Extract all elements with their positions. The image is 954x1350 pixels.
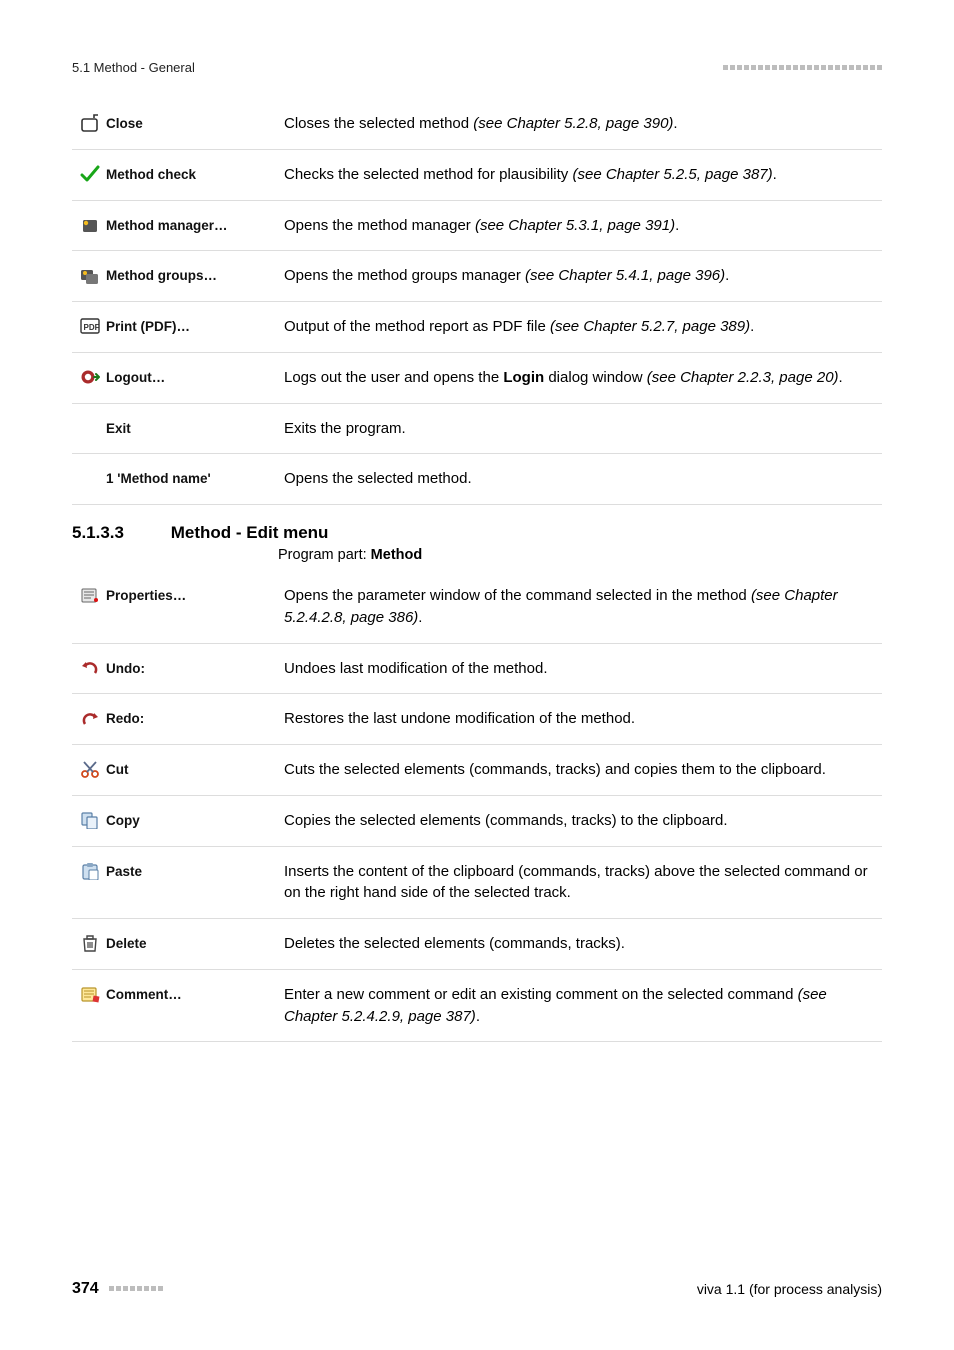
- page-footer: 374 viva 1.1 (for process analysis): [72, 1280, 882, 1298]
- close-icon: [80, 114, 100, 132]
- logout-icon: [80, 368, 100, 386]
- menu-item-desc: Restores the last undone modification of…: [276, 694, 882, 745]
- delete-icon: [80, 934, 100, 952]
- table-row: Undo: Undoes last modification of the me…: [72, 643, 882, 694]
- table-row: Method groups… Opens the method groups m…: [72, 251, 882, 302]
- undo-icon: [80, 659, 100, 677]
- table-row: Cut Cuts the selected elements (commands…: [72, 745, 882, 796]
- menu-item-desc: Inserts the content of the clipboard (co…: [276, 846, 882, 919]
- menu-item-label: Logout…: [106, 368, 165, 388]
- menu-item-label: Method groups…: [106, 266, 217, 286]
- copy-icon: [80, 811, 100, 829]
- menu-item-desc: Opens the method groups manager (see Cha…: [276, 251, 882, 302]
- menu-item-desc: Output of the method report as PDF file …: [276, 302, 882, 353]
- table-row: Method check Checks the selected method …: [72, 149, 882, 200]
- table-row: Print (PDF)… Output of the method report…: [72, 302, 882, 353]
- menu-item-label: Exit: [106, 419, 131, 439]
- section-heading: 5.1.3.3 Method - Edit menu: [72, 523, 882, 543]
- menu-item-label: Comment…: [106, 985, 182, 1005]
- program-part: Program part: Method: [278, 547, 882, 563]
- menu-item-desc: Copies the selected elements (commands, …: [276, 795, 882, 846]
- menu-item-desc: Opens the method manager (see Chapter 5.…: [276, 200, 882, 251]
- menu-item-label: Print (PDF)…: [106, 317, 190, 337]
- menu-item-label: Copy: [106, 811, 140, 831]
- table-row: Delete Deletes the selected elements (co…: [72, 919, 882, 970]
- page: 5.1 Method - General Close Closes the se…: [0, 0, 954, 1350]
- pdf-icon: [80, 317, 100, 335]
- menu-item-desc: Undoes last modification of the method.: [276, 643, 882, 694]
- cut-icon: [80, 760, 100, 778]
- redo-icon: [80, 710, 100, 728]
- table-row: Logout… Logs out the user and opens the …: [72, 352, 882, 403]
- menu-item-label: Cut: [106, 760, 129, 780]
- menu-item-desc: Logs out the user and opens the Login di…: [276, 352, 882, 403]
- table-row: Redo: Restores the last undone modificat…: [72, 694, 882, 745]
- footer-ornament: [109, 1286, 163, 1291]
- menu-item-label: Method check: [106, 165, 196, 185]
- table-row: Method manager… Opens the method manager…: [72, 200, 882, 251]
- paste-icon: [80, 862, 100, 880]
- table-row: Exit Exits the program.: [72, 403, 882, 454]
- header-section-label: 5.1 Method - General: [72, 60, 195, 75]
- method-groups-icon: [80, 267, 100, 285]
- menu-item-label: Method manager…: [106, 216, 228, 236]
- header-ornament: [723, 65, 882, 70]
- page-number: 374: [72, 1280, 99, 1297]
- menu-item-label: Properties…: [106, 586, 186, 606]
- menu-item-desc: Opens the selected method.: [276, 454, 882, 505]
- method-manager-icon: [80, 216, 100, 234]
- section-title: Method - Edit menu: [171, 523, 329, 542]
- menu-item-label: 1 'Method name': [106, 469, 211, 489]
- table-row: Paste Inserts the content of the clipboa…: [72, 846, 882, 919]
- table-row: Copy Copies the selected elements (comma…: [72, 795, 882, 846]
- menu-item-desc: Deletes the selected elements (commands,…: [276, 919, 882, 970]
- menu-item-desc: Opens the parameter window of the comman…: [276, 571, 882, 643]
- menu-item-label: Paste: [106, 862, 142, 882]
- table-row: Properties… Opens the parameter window o…: [72, 571, 882, 643]
- menu-item-desc: Cuts the selected elements (commands, tr…: [276, 745, 882, 796]
- footer-product: viva 1.1 (for process analysis): [697, 1281, 882, 1297]
- section-number: 5.1.3.3: [72, 523, 166, 543]
- table-row: Close Closes the selected method (see Ch…: [72, 99, 882, 149]
- menu-item-label: Close: [106, 114, 143, 134]
- menu-table-edit: Properties… Opens the parameter window o…: [72, 571, 882, 1042]
- menu-item-label: Redo:: [106, 709, 144, 729]
- comment-icon: [80, 985, 100, 1003]
- table-row: Comment… Enter a new comment or edit an …: [72, 969, 882, 1042]
- menu-item-label: Delete: [106, 934, 147, 954]
- menu-item-desc: Closes the selected method (see Chapter …: [276, 99, 882, 149]
- menu-item-desc: Enter a new comment or edit an existing …: [276, 969, 882, 1042]
- properties-icon: [80, 586, 100, 604]
- table-row: 1 'Method name' Opens the selected metho…: [72, 454, 882, 505]
- page-header: 5.1 Method - General: [72, 60, 882, 75]
- menu-item-desc: Exits the program.: [276, 403, 882, 454]
- menu-item-desc: Checks the selected method for plausibil…: [276, 149, 882, 200]
- menu-table-file: Close Closes the selected method (see Ch…: [72, 99, 882, 505]
- menu-item-label: Undo:: [106, 659, 145, 679]
- check-icon: [80, 165, 100, 183]
